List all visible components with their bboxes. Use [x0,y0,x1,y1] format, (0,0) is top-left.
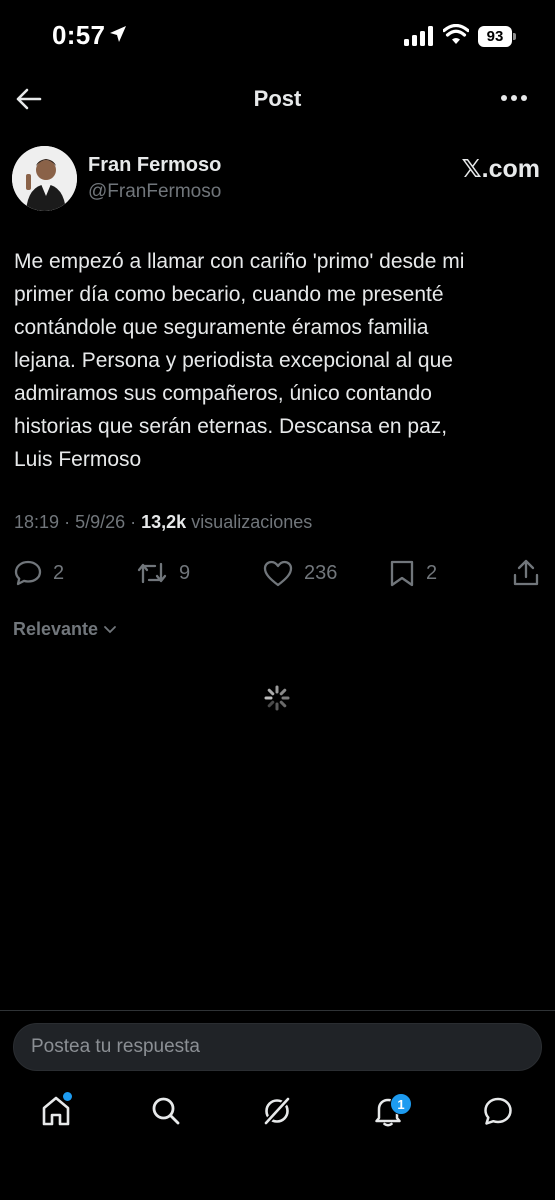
meta-separator: · [130,512,142,532]
post-header: Post [0,74,555,124]
post-time: 18:19 [14,512,60,532]
reply-box[interactable] [13,1023,542,1071]
author-handle[interactable]: @FranFermoso [88,181,221,203]
tab-search[interactable] [140,1085,192,1137]
wifi-icon [443,24,469,44]
reply-button[interactable]: 2 [13,555,64,591]
views-count: 13,2k [141,512,187,532]
avatar[interactable] [12,146,77,211]
post-meta: 18:19 · 5/9/26 · 13,2k visualizaciones [14,512,312,533]
meta-separator: · [64,512,76,532]
repost-icon [137,562,167,584]
reply-input[interactable] [14,1024,541,1070]
tab-notifications[interactable]: 1 [362,1085,414,1137]
bottom-tab-bar: 1 [0,1085,555,1147]
bookmark-button[interactable]: 2 [388,555,437,591]
bookmark-icon [390,560,414,587]
page-title: Post [253,86,302,111]
loading-spinner-icon [264,685,290,711]
tab-home[interactable] [30,1085,82,1137]
like-button[interactable]: 236 [262,555,337,591]
repost-button[interactable]: 9 [135,555,190,591]
battery-icon: 93 [478,26,516,47]
battery-tip [513,33,516,40]
post-text: Me empezó a llamar con cariño 'primo' de… [14,250,465,471]
like-count: 236 [304,561,338,584]
post-author: Fran Fermoso @FranFermoso 𝕏.com [12,146,542,216]
search-icon [152,1097,180,1125]
grok-icon [262,1095,292,1127]
like-icon [263,560,293,587]
share-button[interactable] [512,555,540,591]
home-new-dot [63,1092,72,1101]
source-label: 𝕏.com [461,155,541,183]
avatar-image [12,146,77,211]
reply-icon [14,560,42,586]
notifications-badge: 1 [390,1093,412,1115]
location-arrow-icon [110,26,126,42]
repost-count: 9 [179,561,191,584]
post-date: 5/9/26 [75,512,126,532]
tab-grok[interactable] [251,1085,303,1137]
battery-level: 93 [478,26,512,47]
views-label: visualizaciones [191,512,313,532]
status-time: 0:57 [52,20,106,50]
chevron-down-icon [104,625,116,633]
tab-messages[interactable] [472,1085,524,1137]
sort-label: Relevante [13,619,99,639]
status-bar: 0:57 93 [0,0,555,74]
post-actions: 2 9 236 2 [0,555,555,595]
author-name[interactable]: Fran Fermoso [88,154,221,177]
reply-count: 2 [53,561,65,584]
more-icon[interactable] [500,90,530,106]
share-icon [513,559,539,586]
signal-icon [404,26,433,46]
messages-icon [484,1097,512,1125]
sort-dropdown[interactable]: Relevante [13,619,117,640]
divider [0,1010,555,1011]
bookmark-count: 2 [426,561,438,584]
